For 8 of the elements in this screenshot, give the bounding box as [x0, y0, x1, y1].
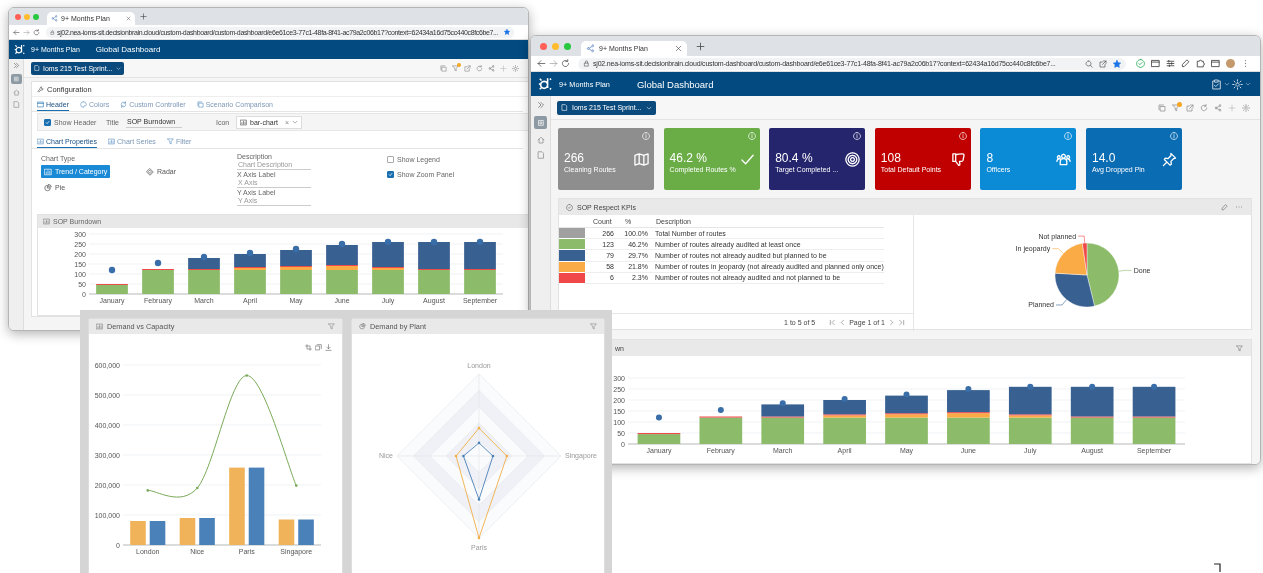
kpi-value: 80.4 %	[775, 151, 814, 165]
kpi-value: 14.0	[1091, 151, 1117, 165]
kpi-value: 266	[564, 151, 586, 165]
dashboard-title: Global Dashboard	[95, 45, 161, 54]
dashboard-title: Global Dashboard	[636, 78, 714, 90]
kpi-value: 108	[880, 151, 902, 165]
kpi-value: 8	[986, 151, 995, 165]
kpi-value: 46.2 %	[669, 151, 708, 165]
